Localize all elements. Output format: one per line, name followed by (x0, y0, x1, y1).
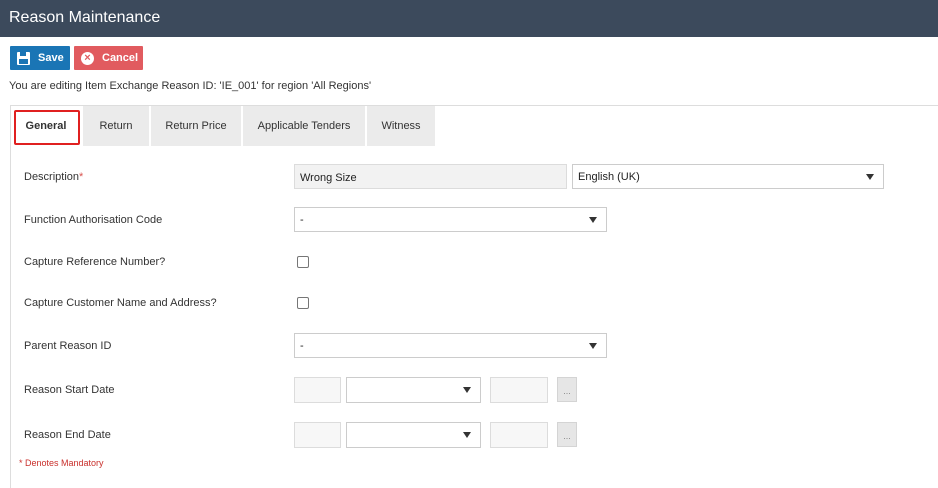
mandatory-note: * Denotes Mandatory (19, 458, 104, 468)
end-date-picker-button[interactable]: ... (557, 422, 577, 447)
save-button-label: Save (38, 52, 64, 64)
capture-customer-checkbox[interactable] (297, 297, 309, 309)
function-auth-label: Function Authorisation Code (24, 214, 163, 226)
floppy-disk-icon (17, 51, 30, 65)
tab-witness[interactable]: Witness (367, 106, 435, 146)
end-day-input[interactable] (294, 422, 341, 448)
parent-reason-select[interactable]: - (294, 333, 607, 358)
function-auth-value: - (300, 214, 304, 226)
description-label: Description* (24, 171, 84, 183)
tab-return[interactable]: Return (83, 106, 149, 146)
cancel-button[interactable]: × Cancel (74, 46, 143, 70)
chevron-down-icon (589, 343, 597, 349)
start-date-label: Reason Start Date (24, 384, 115, 396)
tab-return-price[interactable]: Return Price (151, 106, 241, 146)
capture-ref-checkbox[interactable] (297, 256, 309, 268)
save-button[interactable]: Save (10, 46, 70, 70)
required-marker: * (79, 171, 84, 183)
language-select[interactable]: English (UK) (572, 164, 884, 189)
chevron-down-icon (463, 387, 471, 393)
parent-reason-label: Parent Reason ID (24, 340, 112, 352)
tab-bar: General Return Return Price Applicable T… (11, 106, 437, 146)
chevron-down-icon (866, 174, 874, 180)
parent-reason-value: - (300, 340, 304, 352)
function-auth-select[interactable]: - (294, 207, 607, 232)
chevron-down-icon (589, 217, 597, 223)
end-month-select[interactable] (346, 422, 481, 448)
tab-general[interactable]: General (11, 106, 81, 146)
window-title: Reason Maintenance (0, 0, 938, 37)
start-day-input[interactable] (294, 377, 341, 403)
cancel-button-label: Cancel (102, 52, 139, 64)
capture-ref-label: Capture Reference Number? (24, 256, 166, 268)
tab-applicable-tenders[interactable]: Applicable Tenders (243, 106, 365, 146)
start-year-input[interactable] (490, 377, 548, 403)
end-date-label: Reason End Date (24, 429, 111, 441)
language-select-value: English (UK) (578, 171, 640, 183)
start-month-select[interactable] (346, 377, 481, 403)
close-circle-icon: × (81, 51, 94, 65)
start-date-picker-button[interactable]: ... (557, 377, 577, 402)
end-year-input[interactable] (490, 422, 548, 448)
chevron-down-icon (463, 432, 471, 438)
capture-customer-label: Capture Customer Name and Address? (24, 297, 217, 309)
editing-message: You are editing Item Exchange Reason ID:… (9, 80, 372, 92)
description-input[interactable]: Wrong Size (294, 164, 567, 189)
